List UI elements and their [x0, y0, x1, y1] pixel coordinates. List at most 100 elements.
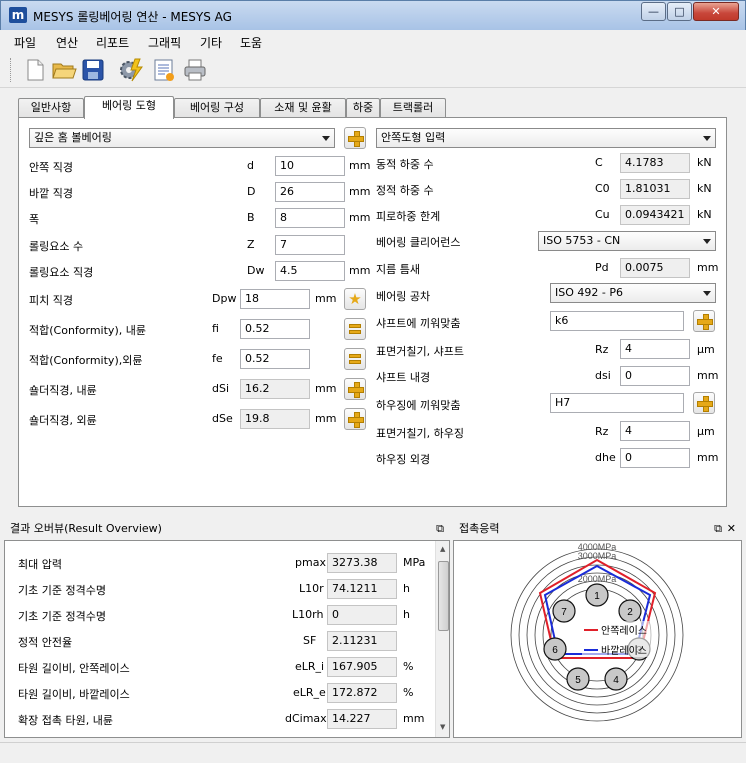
dynamic-load-value: 4.1783 [620, 153, 690, 173]
star-icon[interactable]: ★ [344, 288, 366, 310]
add-shoulder-inner-button[interactable] [344, 378, 366, 400]
menu-calculation[interactable]: 연산 [56, 34, 78, 51]
bearing-clearance-select[interactable]: ISO 5753 - CN [538, 231, 716, 251]
results-pane: 최대 압력 pmax 3273.38 MPa 기초 기준 정격수명 L10r 7… [4, 540, 450, 738]
housing-fit-input[interactable]: H7 [550, 393, 684, 413]
add-housing-fit-button[interactable] [693, 392, 715, 414]
roughness-shaft-unit: µm [697, 343, 715, 356]
new-document-icon[interactable] [22, 57, 48, 83]
scroll-up-icon[interactable]: ▲ [440, 545, 445, 553]
tab-general[interactable]: 일반사항 [18, 98, 84, 118]
print-icon[interactable] [182, 57, 208, 83]
menu-extras[interactable]: 기타 [200, 34, 222, 51]
chevron-down-icon [703, 136, 711, 141]
shoulder-inner-unit: mm [315, 382, 337, 395]
contact-stress-pane-header: 접촉응력 ⧉ ✕ [453, 520, 742, 540]
menu-report[interactable]: 리포트 [96, 34, 129, 51]
tab-bearing-geometry[interactable]: 베어링 도형 [84, 96, 174, 119]
ball-number: 1 [594, 591, 600, 602]
result-unit: mm [403, 712, 425, 725]
static-safety-value: 2.11231 [327, 631, 397, 651]
open-folder-icon[interactable] [51, 57, 77, 83]
rolling-element-diameter-label: 롤링요소 직경 [29, 266, 94, 279]
width-input[interactable]: 8 [275, 208, 345, 228]
add-bearing-type-button[interactable] [344, 127, 366, 149]
pitch-diameter-symbol: Dpw [212, 292, 237, 305]
housing-outer-diameter-symbol: dhe [595, 451, 616, 464]
scrollbar-thumb[interactable] [438, 561, 449, 631]
outer-diameter-unit: mm [349, 185, 371, 198]
shoulder-outer-value: 19.8 [240, 409, 310, 429]
equals-icon [349, 324, 361, 328]
bearing-type-value: 깊은 홈 볼베어링 [34, 131, 112, 144]
shaft-fit-label: 샤프트에 끼워맞춤 [376, 317, 461, 330]
diametral-clearance-symbol: Pd [595, 261, 609, 274]
outer-diameter-input[interactable]: 26 [275, 182, 345, 202]
fatigue-limit-symbol: Cu [595, 208, 610, 221]
inner-diameter-label: 안쪽 직경 [29, 161, 73, 174]
result-label: 기초 기준 정격수명 [18, 610, 106, 623]
results-scrollbar[interactable]: ▲ ▼ [435, 541, 449, 737]
float-pane-icon[interactable]: ⧉ [436, 520, 444, 538]
result-label: 타원 길이비, 안쪽레이스 [18, 662, 130, 675]
diametral-clearance-value: 0.0075 [620, 258, 690, 278]
shaft-inner-diameter-input[interactable]: 0 [620, 366, 690, 386]
tab-material-lubrication[interactable]: 소재 및 윤활 [260, 98, 346, 118]
rolling-element-count-input[interactable]: 7 [275, 235, 345, 255]
ball-number: 7 [561, 607, 567, 618]
shoulder-outer-label: 숄더직경, 외륜 [29, 414, 97, 427]
add-shoulder-outer-button[interactable] [344, 408, 366, 430]
calculate-gear-icon[interactable] [118, 57, 144, 83]
window-title: MESYS 롤링베어링 연산 - MESYS AG [33, 10, 232, 24]
close-pane-icon[interactable]: ✕ [727, 520, 736, 538]
roughness-housing-symbol: Rz [595, 425, 609, 438]
conformity-inner-input[interactable]: 0.52 [240, 319, 310, 339]
conformity-inner-button[interactable] [344, 318, 366, 340]
result-symbol: dCimax [285, 712, 327, 725]
result-label: 타원 길이비, 바깥레이스 [18, 688, 130, 701]
float-pane-icon[interactable]: ⧉ [714, 520, 722, 538]
conformity-outer-input[interactable]: 0.52 [240, 349, 310, 369]
conformity-outer-button[interactable] [344, 348, 366, 370]
bearing-tolerance-select[interactable]: ISO 492 - P6 [550, 283, 716, 303]
housing-outer-diameter-input[interactable]: 0 [620, 448, 690, 468]
close-button[interactable]: ✕ [693, 2, 739, 21]
tab-bearing-configuration[interactable]: 베어링 구성 [174, 98, 260, 118]
report-icon[interactable] [151, 57, 177, 83]
diametral-clearance-unit: mm [697, 261, 719, 274]
basic-life-hours-value: 0 [327, 605, 397, 625]
equals-icon [349, 360, 361, 364]
menu-bar: 파일 연산 리포트 그래픽 기타 도움 [0, 30, 746, 52]
result-symbol: L10r [299, 582, 324, 595]
bearing-type-select[interactable]: 깊은 홈 볼베어링 [29, 128, 335, 148]
status-bar [0, 742, 746, 763]
menu-help[interactable]: 도움 [240, 34, 262, 51]
tab-loads[interactable]: 하중 [346, 98, 380, 118]
minimize-button[interactable]: — [641, 2, 666, 21]
outer-diameter-label: 바깥 직경 [29, 187, 73, 200]
dynamic-load-symbol: C [595, 156, 603, 169]
tab-track-roller[interactable]: 트랙롤러 [380, 98, 446, 118]
roughness-housing-input[interactable]: 4 [620, 421, 690, 441]
shaft-fit-input[interactable]: k6 [550, 311, 684, 331]
roughness-shaft-input[interactable]: 4 [620, 339, 690, 359]
max-pressure-value: 3273.38 [327, 553, 397, 573]
result-symbol: eLR_e [293, 686, 326, 699]
menu-graphics[interactable]: 그래픽 [148, 34, 181, 51]
bearing-tolerance-label: 베어링 공차 [376, 290, 431, 303]
add-shaft-fit-button[interactable] [693, 310, 715, 332]
scroll-down-icon[interactable]: ▼ [440, 723, 445, 731]
maximize-button[interactable]: □ [667, 2, 692, 21]
geometry-input-select[interactable]: 안쪽도형 입력 [376, 128, 716, 148]
result-symbol: pmax [295, 556, 326, 569]
save-disk-icon[interactable] [80, 57, 106, 83]
pitch-diameter-input[interactable]: 18 [240, 289, 310, 309]
menu-file[interactable]: 파일 [14, 34, 36, 51]
title-bar: m MESYS 롤링베어링 연산 - MESYS AG — □ ✕ [0, 0, 746, 30]
rolling-element-diameter-input[interactable]: 4.5 [275, 261, 345, 281]
dynamic-load-label: 동적 하중 수 [376, 158, 434, 171]
inner-diameter-input[interactable]: 10 [275, 156, 345, 176]
result-unit: h [403, 608, 410, 621]
rolling-element-diameter-unit: mm [349, 264, 371, 277]
toolbar-grip[interactable] [10, 58, 13, 82]
